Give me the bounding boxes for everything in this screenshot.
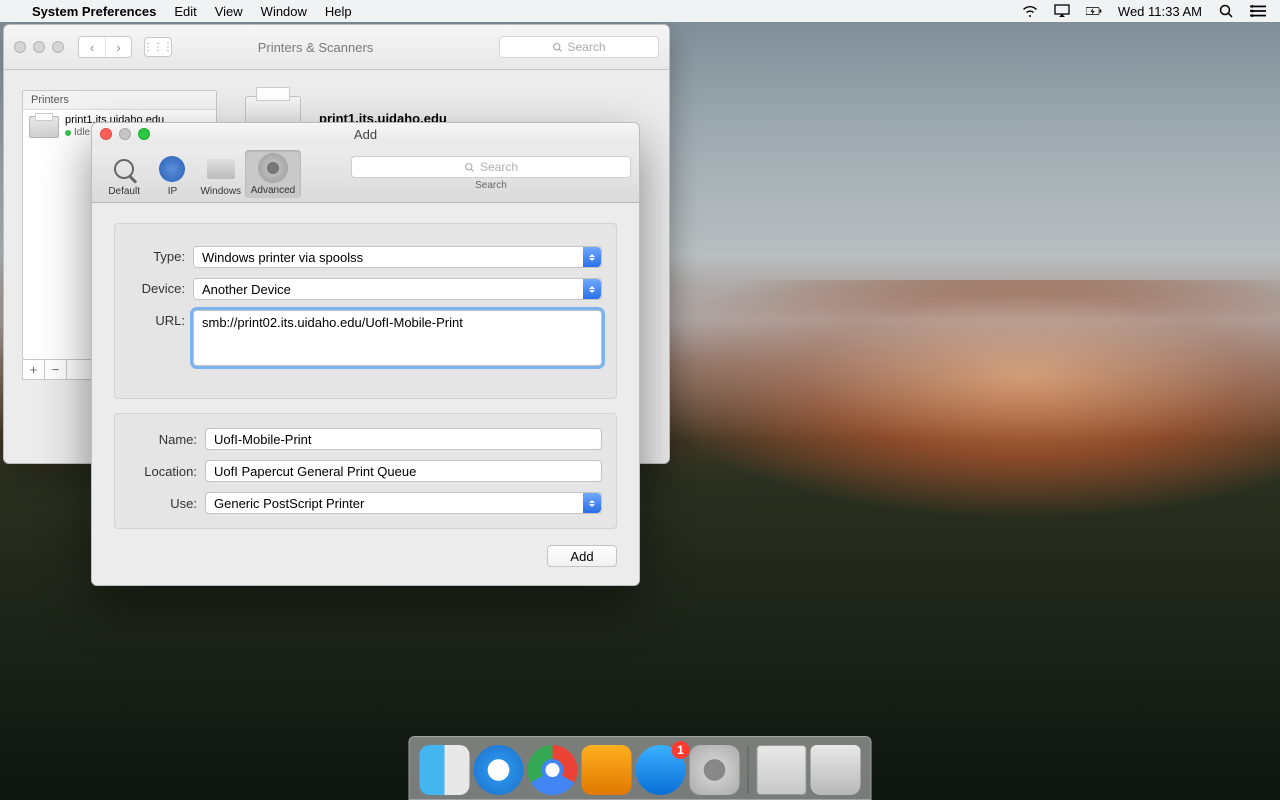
dock-finder[interactable]: [420, 745, 470, 795]
printer-info-form-section: Name: UofI-Mobile-Print Location: UofI P…: [114, 413, 617, 529]
device-select[interactable]: Another Device: [193, 278, 602, 300]
url-label: URL:: [129, 310, 193, 328]
menu-bar: System Preferences Edit View Window Help…: [0, 0, 1280, 22]
chevron-updown-icon: [583, 493, 601, 513]
window-title: Printers & Scanners: [140, 40, 491, 55]
printer-status: Idle: [74, 127, 90, 139]
app-name[interactable]: System Preferences: [32, 4, 156, 19]
name-label: Name:: [129, 432, 205, 447]
name-input[interactable]: UofI-Mobile-Print: [205, 428, 602, 450]
connection-form-section: Type: Windows printer via spoolss Device…: [114, 223, 617, 399]
use-label: Use:: [129, 496, 205, 511]
clock[interactable]: Wed 11:33 AM: [1118, 4, 1202, 19]
globe-icon: [159, 156, 185, 182]
battery-icon[interactable]: [1086, 4, 1102, 18]
traffic-lights[interactable]: [14, 41, 64, 53]
window-search[interactable]: Search: [499, 36, 659, 58]
spotlight-icon[interactable]: [1218, 4, 1234, 18]
dock-app-orange[interactable]: [582, 745, 632, 795]
nav-buttons[interactable]: ‹›: [78, 36, 132, 58]
status-dot-icon: [65, 130, 71, 136]
magnifier-icon: [114, 159, 134, 179]
tab-windows[interactable]: Windows: [197, 151, 245, 197]
menu-edit[interactable]: Edit: [174, 4, 196, 19]
menu-view[interactable]: View: [215, 4, 243, 19]
type-select[interactable]: Windows printer via spoolss: [193, 246, 602, 268]
add-button[interactable]: Add: [547, 545, 617, 567]
add-printer-button[interactable]: +: [23, 360, 45, 379]
url-input[interactable]: smb://print02.its.uidaho.edu/UofI-Mobile…: [193, 310, 602, 366]
dock-separator: [748, 746, 749, 794]
dock-safari[interactable]: [474, 745, 524, 795]
device-label: Device:: [129, 278, 193, 296]
menu-help[interactable]: Help: [325, 4, 352, 19]
remove-printer-button[interactable]: −: [45, 360, 67, 379]
dock-chrome[interactable]: [528, 745, 578, 795]
forward-icon[interactable]: ›: [105, 37, 131, 57]
dock-trash[interactable]: [811, 745, 861, 795]
dock-appstore[interactable]: 1: [636, 745, 686, 795]
toolbar-search-placeholder: Search: [480, 160, 518, 174]
tab-advanced[interactable]: Advanced: [245, 150, 301, 198]
printer-icon: [29, 116, 59, 138]
menu-window[interactable]: Window: [261, 4, 307, 19]
search-icon: [552, 42, 563, 53]
location-label: Location:: [129, 464, 205, 479]
badge: 1: [672, 741, 690, 759]
chevron-updown-icon: [583, 279, 601, 299]
search-placeholder: Search: [567, 40, 605, 54]
wifi-icon[interactable]: [1022, 4, 1038, 18]
dock-system-preferences[interactable]: [690, 745, 740, 795]
chevron-updown-icon: [583, 247, 601, 267]
add-toolbar: Default IP Windows Advanced Search Searc…: [92, 145, 639, 203]
toolbar-search[interactable]: Search: [351, 156, 631, 178]
gear-icon: [258, 153, 288, 183]
use-select[interactable]: Generic PostScript Printer: [205, 492, 602, 514]
location-input[interactable]: UofI Papercut General Print Queue: [205, 460, 602, 482]
type-label: Type:: [129, 246, 193, 264]
window-titlebar: ‹› ⋮⋮⋮ Printers & Scanners Search: [4, 25, 669, 70]
dock: 1: [409, 736, 872, 800]
add-window-title: Add: [92, 127, 639, 142]
notification-center-icon[interactable]: [1250, 4, 1266, 18]
airplay-icon[interactable]: [1054, 4, 1070, 18]
traffic-lights[interactable]: [100, 128, 150, 140]
dock-downloads[interactable]: [757, 745, 807, 795]
back-icon[interactable]: ‹: [79, 37, 105, 57]
search-icon: [464, 162, 475, 173]
sidebar-heading: Printers: [23, 91, 216, 110]
add-printer-window: Add Default IP Windows Advanced Search S…: [91, 122, 640, 586]
toolbar-search-label: Search: [351, 180, 631, 191]
add-window-titlebar: Add: [92, 123, 639, 145]
tab-ip[interactable]: IP: [148, 151, 196, 197]
printer-small-icon: [207, 159, 235, 179]
tab-default[interactable]: Default: [100, 151, 148, 197]
